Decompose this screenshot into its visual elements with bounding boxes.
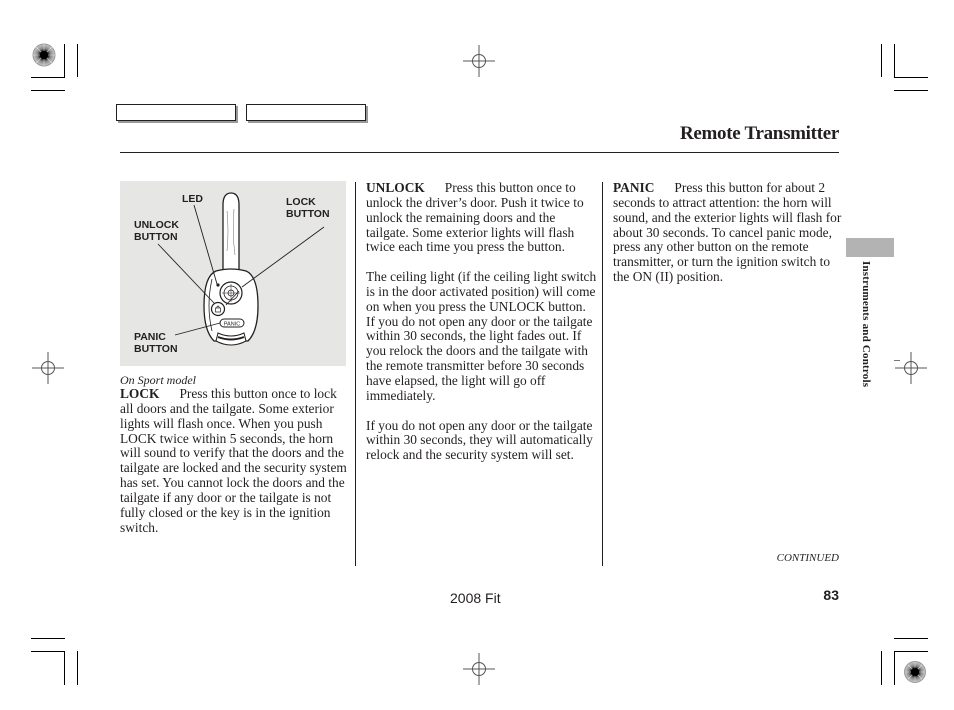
registration-target-icon (904, 661, 926, 683)
registration-target-icon (32, 43, 56, 67)
crop-mark (894, 651, 895, 685)
crop-mark (31, 651, 65, 652)
lock-heading: LOCK (120, 386, 160, 401)
page-title: Remote Transmitter (679, 123, 839, 144)
panic-key-text: PANIC (224, 322, 240, 328)
continued-label: CONTINUED (776, 552, 839, 564)
crop-mark (881, 44, 882, 77)
unlock-button-label: UNLOCK BUTTON (134, 219, 179, 243)
column-divider (602, 182, 603, 566)
panic-description: Press this button for about 2 seconds to… (613, 180, 842, 285)
crop-mark (894, 638, 928, 639)
tab-tick (894, 360, 900, 361)
crosshair-mark-icon (32, 352, 64, 384)
page-number: 83 (823, 587, 839, 603)
unlock-section: UNLOCK Press this button once to unlock t… (366, 180, 598, 478)
crop-mark (64, 651, 65, 685)
led-label: LED (182, 193, 203, 205)
auto-relock-paragraph: If you do not open any door or the tailg… (366, 417, 593, 463)
crop-mark (31, 638, 65, 639)
unlock-heading: UNLOCK (366, 180, 425, 195)
crosshair-mark-icon (463, 653, 495, 685)
column-divider (355, 182, 356, 566)
crop-mark (31, 90, 65, 91)
panic-button-label: PANIC BUTTON (134, 331, 178, 355)
crop-mark (894, 44, 895, 78)
section-tab-marker[interactable] (846, 238, 894, 257)
header-rule (120, 152, 839, 153)
lock-description: Press this button once to lock all doors… (120, 386, 347, 535)
crop-mark (894, 90, 928, 91)
figure-caption: On Sport model (120, 373, 196, 387)
key-fob-illustration: PANIC LED LOCK BUTTON UNLOCK BUTTON PANI… (120, 181, 346, 366)
crop-mark (894, 77, 928, 78)
lock-button-label: LOCK BUTTON (286, 196, 330, 220)
crop-mark (31, 77, 65, 78)
panic-heading: PANIC (613, 180, 655, 195)
crosshair-mark-icon (895, 352, 927, 384)
section-tab-label: Instruments and Controls (860, 261, 872, 388)
crop-mark (894, 651, 928, 652)
crop-mark (77, 651, 78, 685)
lock-section: LOCK Press this button once to lock all d… (120, 386, 352, 550)
footer-model: 2008 Fit (450, 590, 501, 606)
nav-tab-box[interactable] (246, 104, 366, 121)
crop-mark (64, 44, 65, 78)
crosshair-mark-icon (463, 45, 495, 77)
ceiling-light-paragraph: The ceiling light (if the ceiling light … (366, 269, 597, 403)
crop-mark (881, 651, 882, 685)
panic-section: PANIC Press this button for about 2 secon… (613, 180, 845, 300)
crop-mark (77, 44, 78, 77)
nav-tab-box[interactable] (116, 104, 236, 121)
